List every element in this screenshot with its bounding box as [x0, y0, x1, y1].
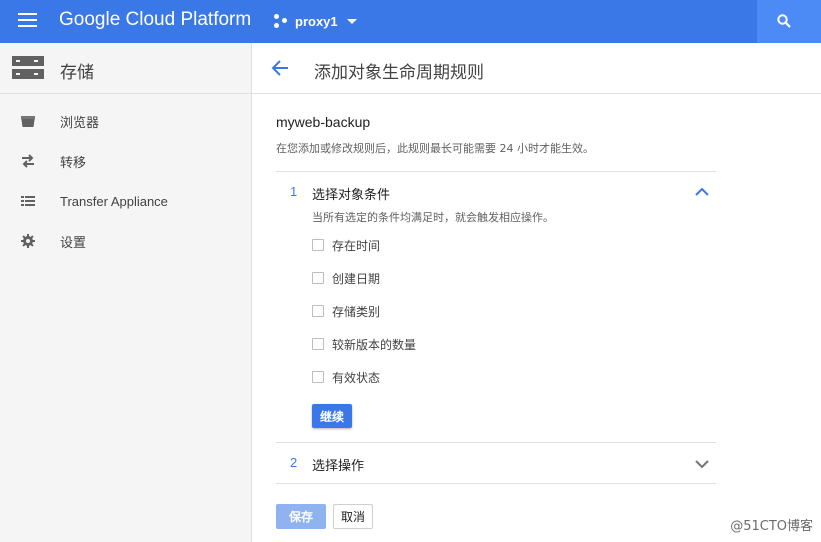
storage-icon: [12, 56, 44, 80]
sidebar-item-label: 设置: [60, 234, 87, 250]
hamburger-menu-icon[interactable]: [18, 13, 37, 28]
brand-title[interactable]: Google Cloud Platform: [59, 9, 251, 31]
bucket-name: myweb-backup: [276, 114, 371, 130]
top-app-bar: Google Cloud Platform proxy1: [0, 0, 821, 43]
checkbox-label: 较新版本的数量: [332, 337, 417, 352]
checkbox-label: 存在时间: [332, 238, 381, 253]
project-selector[interactable]: proxy1: [274, 11, 357, 31]
sidebar-item-label: 转移: [60, 154, 87, 170]
chevron-up-icon[interactable]: [694, 184, 710, 200]
list-icon: [21, 196, 35, 206]
step-select-conditions: 1 选择对象条件 当所有选定的条件均满足时，就会触发相应操作。 存在时间 创建日…: [276, 171, 716, 442]
checkbox-label: 有效状态: [332, 370, 381, 385]
cancel-button[interactable]: 取消: [333, 504, 373, 529]
rule-delay-note: 在您添加或修改规则后，此规则最长可能需要 24 小时才能生效。: [276, 142, 594, 155]
watermark: @51CTO博客: [730, 519, 813, 534]
page-title: 添加对象生命周期规则: [314, 63, 484, 83]
sidebar-item-label: Transfer Appliance: [60, 193, 168, 209]
condition-newer-versions-checkbox[interactable]: 较新版本的数量: [312, 335, 416, 353]
step-number: 2: [290, 455, 298, 470]
gear-icon: [21, 234, 35, 248]
continue-button[interactable]: 继续: [312, 404, 352, 428]
arrow-back-icon[interactable]: [270, 58, 290, 78]
search-button[interactable]: [757, 0, 821, 43]
save-button[interactable]: 保存: [276, 504, 326, 529]
checkbox[interactable]: [312, 239, 324, 251]
condition-live-state-checkbox[interactable]: 有效状态: [312, 368, 380, 386]
step-select-action[interactable]: 2 选择操作: [276, 442, 716, 484]
checkbox[interactable]: [312, 272, 324, 284]
transfer-arrows-icon: [22, 154, 34, 168]
sidebar-item-browser[interactable]: 浏览器: [0, 101, 251, 141]
main-content: 添加对象生命周期规则 myweb-backup 在您添加或修改规则后，此规则最长…: [252, 43, 821, 542]
condition-created-date-checkbox[interactable]: 创建日期: [312, 269, 380, 287]
sidebar: 存储 浏览器 转移 Transfer Appliance 设置: [0, 43, 252, 542]
checkbox-label: 存储类别: [332, 304, 381, 319]
sidebar-item-settings[interactable]: 设置: [0, 221, 251, 261]
sidebar-item-label: 浏览器: [60, 114, 100, 130]
checkbox[interactable]: [312, 338, 324, 350]
step-description: 当所有选定的条件均满足时，就会触发相应操作。: [312, 211, 554, 224]
checkbox-label: 创建日期: [332, 271, 381, 286]
chevron-down-icon[interactable]: [694, 456, 710, 472]
step-number: 1: [290, 184, 298, 199]
bucket-icon: [21, 116, 35, 127]
step-title[interactable]: 选择操作: [312, 455, 364, 474]
project-name: proxy1: [295, 13, 338, 29]
page-header: 添加对象生命周期规则: [252, 43, 821, 94]
step-title[interactable]: 选择对象条件: [312, 184, 390, 203]
condition-age-checkbox[interactable]: 存在时间: [312, 236, 380, 254]
sidebar-header: 存储: [0, 43, 251, 94]
sidebar-item-transfer-appliance[interactable]: Transfer Appliance: [0, 181, 251, 221]
search-icon: [777, 14, 791, 28]
sidebar-item-transfer[interactable]: 转移: [0, 141, 251, 181]
chevron-down-icon: [346, 18, 357, 24]
condition-storage-class-checkbox[interactable]: 存储类别: [312, 302, 380, 320]
checkbox[interactable]: [312, 371, 324, 383]
checkbox[interactable]: [312, 305, 324, 317]
sidebar-title: 存储: [60, 63, 94, 83]
project-dots-icon: [274, 14, 288, 28]
